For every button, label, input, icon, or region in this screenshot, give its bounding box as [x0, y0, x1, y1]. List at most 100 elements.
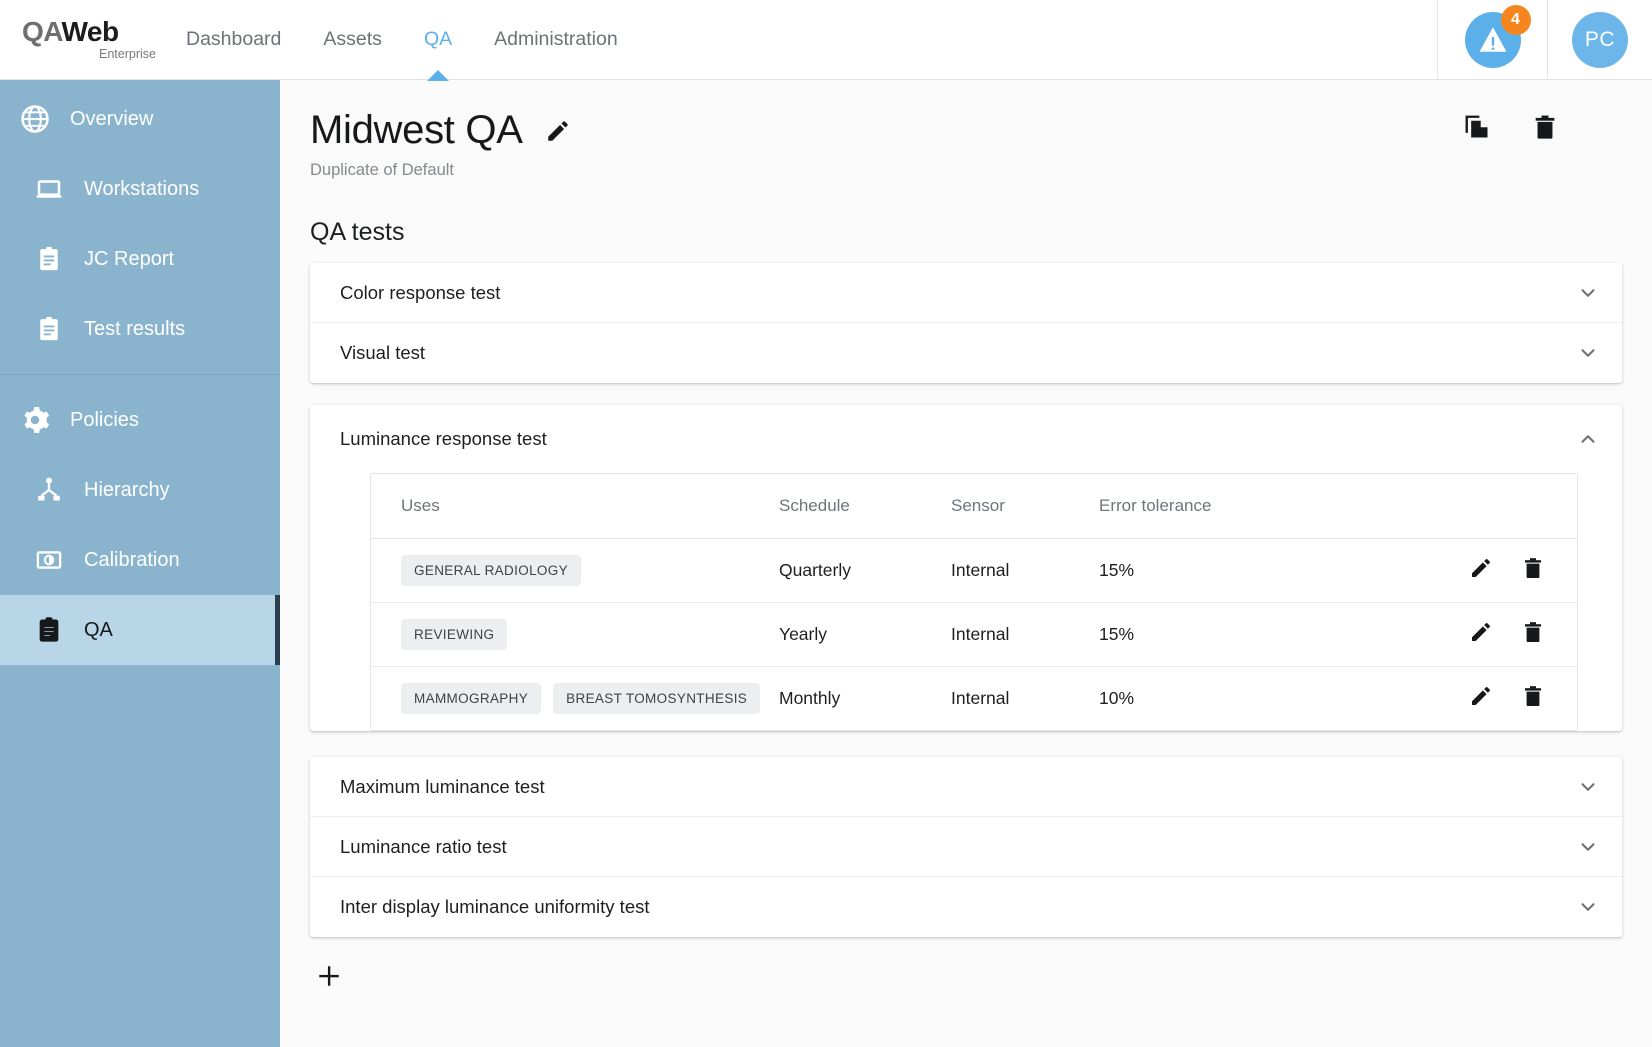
- copy-icon: [1463, 113, 1491, 141]
- luminance-response-table: Uses Schedule Sensor Error tolerance GEN…: [371, 474, 1577, 730]
- cell-schedule: Quarterly: [779, 538, 951, 603]
- avatar-zone: PC: [1547, 0, 1652, 80]
- test-panel-maximum-luminance[interactable]: Maximum luminance test: [310, 757, 1622, 817]
- qa-test-card-luminance-response: Luminance response test Uses Schedule Se…: [310, 405, 1622, 731]
- nav-item-dashboard[interactable]: Dashboard: [165, 0, 302, 80]
- notification-badge: 4: [1500, 4, 1531, 35]
- row-action-group: [1469, 620, 1545, 644]
- delete-row-button[interactable]: [1521, 556, 1545, 580]
- plus-icon: [316, 963, 342, 989]
- edit-title-button[interactable]: [545, 118, 571, 144]
- delete-policy-button[interactable]: [1530, 112, 1560, 142]
- cell-sensor: Internal: [951, 538, 1099, 603]
- sidebar-item-workstations[interactable]: Workstations: [0, 154, 280, 224]
- trash-icon: [1521, 620, 1545, 644]
- delete-row-button[interactable]: [1521, 620, 1545, 644]
- table-row: MAMMOGRAPHY BREAST TOMOSYNTHESIS Monthly…: [371, 667, 1577, 731]
- cell-actions: [1271, 667, 1577, 731]
- test-panel-luminance-response-header[interactable]: Luminance response test: [340, 405, 1600, 473]
- gear-icon: [18, 403, 52, 437]
- clipboard-icon: [32, 312, 66, 346]
- cell-uses: REVIEWING: [371, 602, 779, 667]
- clipboard-icon: [32, 613, 66, 647]
- app-logo[interactable]: QAWeb Enterprise: [0, 18, 160, 61]
- calibration-icon: [32, 543, 66, 577]
- nav-item-assets[interactable]: Assets: [302, 0, 403, 80]
- cell-sensor: Internal: [951, 602, 1099, 667]
- cell-sensor: Internal: [951, 688, 1010, 708]
- uses-chip-list: MAMMOGRAPHY BREAST TOMOSYNTHESIS: [401, 683, 779, 714]
- sidebar-item-overview-label: Overview: [70, 107, 154, 130]
- cell-uses: MAMMOGRAPHY BREAST TOMOSYNTHESIS: [371, 667, 779, 731]
- table-row: GENERAL RADIOLOGY Quarterly Internal 15%: [371, 538, 1577, 603]
- top-nav-items: Dashboard Assets QA Administration: [165, 0, 639, 80]
- test-panel-color-response[interactable]: Color response test: [310, 263, 1622, 323]
- nav-item-qa-label: QA: [423, 28, 453, 50]
- test-panel-visual-title: Visual test: [340, 342, 426, 363]
- app-logo-text: QAWeb: [22, 18, 119, 46]
- test-panel-luminance-ratio[interactable]: Luminance ratio test: [310, 817, 1622, 877]
- uses-chip-list: REVIEWING: [401, 619, 779, 650]
- chevron-down-icon[interactable]: [1576, 835, 1600, 859]
- sidebar-item-hierarchy-label: Hierarchy: [84, 478, 170, 501]
- notification-zone: 4: [1437, 0, 1547, 80]
- page-title-row: Midwest QA: [310, 108, 1620, 153]
- cell-schedule: Monthly: [779, 688, 841, 708]
- chevron-down-icon[interactable]: [1576, 281, 1600, 305]
- page-header-actions: [1462, 112, 1560, 142]
- cell-error-tolerance: 15%: [1099, 602, 1271, 667]
- use-chip: MAMMOGRAPHY: [401, 683, 542, 714]
- sidebar-item-policies[interactable]: Policies: [0, 385, 280, 455]
- edit-row-button[interactable]: [1469, 556, 1493, 580]
- notification-button[interactable]: 4: [1464, 4, 1531, 68]
- duplicate-policy-button[interactable]: [1462, 112, 1492, 142]
- column-header-schedule: Schedule: [779, 474, 951, 539]
- sidebar-item-calibration[interactable]: Calibration: [0, 525, 280, 595]
- chevron-up-icon[interactable]: [1576, 427, 1600, 451]
- column-header-error-tolerance: Error tolerance: [1099, 474, 1271, 539]
- test-panel-luminance-ratio-title: Luminance ratio test: [340, 835, 507, 857]
- qa-tests-section-title: QA tests: [310, 218, 405, 246]
- sidebar-item-hierarchy[interactable]: Hierarchy: [0, 455, 280, 525]
- sidebar-item-qa-label: QA: [84, 618, 113, 641]
- app-logo-text-part1: QA: [22, 16, 62, 48]
- clipboard-icon: [32, 242, 66, 276]
- sidebar-item-qa[interactable]: QA: [0, 595, 280, 665]
- cell-error-tolerance: 10%: [1099, 688, 1135, 708]
- qa-tests-card-group-2: Maximum luminance test Luminance ratio t…: [310, 757, 1622, 937]
- sidebar-item-jc-report[interactable]: JC Report: [0, 224, 280, 294]
- chevron-down-icon[interactable]: [1576, 895, 1600, 919]
- luminance-response-table-wrapper: Uses Schedule Sensor Error tolerance GEN…: [370, 473, 1578, 731]
- page-title: Midwest QA: [310, 108, 523, 152]
- delete-row-button[interactable]: [1521, 684, 1545, 708]
- pencil-icon: [1469, 556, 1493, 580]
- sidebar-item-test-results[interactable]: Test results: [0, 294, 280, 364]
- add-test-button[interactable]: [312, 959, 346, 993]
- sidebar-divider: [0, 374, 280, 375]
- row-action-group: [1469, 684, 1545, 708]
- edit-row-button[interactable]: [1469, 620, 1493, 644]
- nav-item-qa[interactable]: QA: [403, 0, 473, 80]
- laptop-icon: [32, 172, 66, 206]
- trash-icon: [1521, 556, 1545, 580]
- chevron-down-icon[interactable]: [1576, 775, 1600, 799]
- sidebar-item-overview[interactable]: Overview: [0, 84, 280, 154]
- top-navigation-bar: QAWeb Enterprise Dashboard Assets QA Adm…: [0, 0, 1652, 80]
- test-panel-visual[interactable]: Visual test: [310, 323, 1622, 383]
- nav-item-assets-label: Assets: [323, 28, 382, 50]
- qa-tests-card-group-1: Color response test Visual test: [310, 263, 1622, 383]
- nav-item-administration[interactable]: Administration: [473, 0, 639, 80]
- test-panel-inter-display-uniformity[interactable]: Inter display luminance uniformity test: [310, 877, 1622, 937]
- sidebar-group-assets: Overview Workstations JC Report Test res…: [0, 80, 280, 364]
- chevron-down-icon[interactable]: [1576, 341, 1600, 365]
- sidebar: Overview Workstations JC Report Test res…: [0, 80, 280, 1047]
- row-action-group: [1469, 556, 1545, 580]
- use-chip: BREAST TOMOSYNTHESIS: [553, 683, 761, 714]
- column-header-actions: [1271, 474, 1577, 539]
- app-logo-text-part2: Web: [61, 16, 119, 48]
- avatar[interactable]: PC: [1572, 11, 1628, 68]
- warning-triangle-icon: [1478, 26, 1508, 53]
- page-subtitle: Duplicate of Default: [310, 161, 454, 179]
- nav-item-dashboard-label: Dashboard: [186, 28, 282, 50]
- edit-row-button[interactable]: [1469, 684, 1493, 708]
